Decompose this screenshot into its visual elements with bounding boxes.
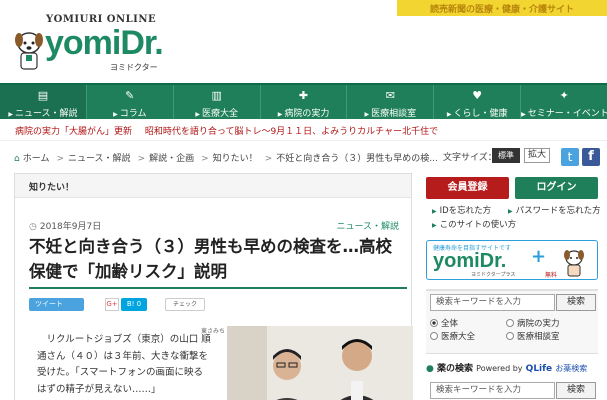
article-title: 不妊と向き合う（３）男性も早めの検査を…高校保健で「加齢リスク」説明	[29, 237, 392, 281]
search-scope-all[interactable]: 全体	[430, 317, 458, 329]
pen-icon: ✎	[125, 89, 135, 102]
nav-item-column[interactable]: ✎ コラム	[87, 85, 174, 119]
breadcrumb: ⌂ ホーム > ニュース・解説 > 解説・企画 > 知りたい！ > 不妊と向き合う（３）男性も早め…	[14, 151, 441, 164]
heart-icon: ♥	[472, 89, 483, 102]
breadcrumb-current: 不妊と向き合う（３）男性も早めの検...	[276, 154, 438, 164]
article-card: 知りたい！ ◷ 2018年9月7日 ニュース・解説 不妊と向き合う（３）男性も早め…	[14, 173, 413, 400]
radio-label: 医療大全	[441, 332, 476, 342]
register-button[interactable]: 会員登録	[426, 177, 509, 199]
forgot-id-link[interactable]: IDを忘れた方	[432, 204, 492, 216]
mixi-check-button[interactable]: チェック	[165, 298, 205, 311]
breadcrumb-home[interactable]: ホーム	[23, 154, 50, 164]
nav-item-hospital[interactable]: ✚ 病院の実力	[261, 85, 348, 119]
plus-logo: yomiDr.	[433, 250, 507, 272]
nav-item-label: 医療大全	[174, 106, 260, 119]
login-button[interactable]: ログイン	[515, 177, 598, 199]
search-scope-encyclopedia[interactable]: 医療大全	[430, 330, 475, 342]
breadcrumb-item[interactable]: 知りたい！	[213, 154, 258, 164]
site-guide-link[interactable]: このサイトの使い方	[432, 218, 517, 230]
hatena-bookmark-button[interactable]: B! 0	[121, 298, 147, 311]
nav-item-seminar[interactable]: ✦ セミナー・イベント	[521, 85, 607, 119]
radio-label: 病院の実力	[517, 319, 560, 329]
dog-mascot-icon	[564, 250, 584, 277]
sidebar-divider	[426, 353, 598, 354]
home-icon: ⌂	[14, 154, 20, 164]
radio-icon	[506, 319, 514, 327]
nav-item-label: くらし・健康	[434, 106, 520, 119]
ticker-link-1[interactable]: 病院の実力「大腸がん」更新	[15, 127, 132, 137]
radio-icon	[430, 332, 438, 340]
drug-search-button[interactable]: 検索	[556, 382, 596, 399]
plus-sign: +	[531, 246, 547, 267]
plus-free-badge: 無料	[545, 272, 558, 279]
nav-item-label: コラム	[87, 106, 173, 119]
pill-icon: ●	[426, 364, 434, 374]
radio-label: 医療相談室	[517, 332, 560, 342]
nav-item-encyclopedia[interactable]: ▥ 医療大全	[174, 85, 261, 119]
facebook-icon[interactable]: f	[582, 148, 600, 166]
newspaper-icon: ▤	[37, 89, 49, 102]
radio-icon	[506, 332, 514, 340]
tagline: 読売新聞の医療・健康・介護サイト	[429, 5, 574, 15]
drug-search-input[interactable]: 検索キーワードを入力	[430, 382, 555, 399]
tweet-button[interactable]: ツイート	[29, 298, 84, 311]
article-date: ◷ 2018年9月7日	[29, 219, 101, 232]
dog-mascot-icon[interactable]	[14, 31, 44, 71]
chat-icon: ✉	[385, 89, 395, 102]
nav-item-label: 病院の実力	[261, 106, 347, 119]
main-nav: ▤ ニュース・解説 ✎ コラム ▥ 医療大全 ✚ 病院の実力 ✉ 医療相談室 ♥…	[0, 83, 607, 119]
article-date-text: 2018年9月7日	[39, 222, 102, 232]
font-size-label: 文字サイズ：	[443, 153, 497, 163]
hospital-icon: ✚	[298, 89, 309, 102]
breadcrumb-separator: >	[264, 154, 273, 164]
book-icon: ▥	[211, 89, 222, 102]
qlife-logo[interactable]: QLife	[526, 364, 553, 374]
nav-item-health[interactable]: ♥ くらし・健康	[434, 85, 522, 119]
breadcrumb-separator: >	[201, 154, 209, 164]
plus-kana: ヨミドクタープラス	[471, 272, 516, 278]
radio-icon	[430, 319, 438, 327]
ticker-link-2[interactable]: 昭和時代を語り合って脳トレ～9月１１日、よみうりカルチャー北千住で	[145, 127, 438, 137]
yomidr-plus-banner[interactable]: 健康寿命を目指すサイトです yomiDr. + ヨミドクタープラス 無料	[426, 240, 598, 280]
tagline-bar: 読売新聞の医療・健康・介護サイト	[397, 0, 607, 16]
article-body: リクルートジョブズ（東京）の山口 順 通さん（４０）は３年前、大きな衝撃を受けた…	[37, 334, 211, 395]
breadcrumb-separator: >	[56, 154, 64, 164]
article-section[interactable]: ニュース・解説	[336, 219, 399, 232]
font-standard-button[interactable]: 標準	[492, 148, 520, 163]
radio-label: 全体	[441, 319, 459, 329]
megaphone-icon: ✦	[559, 89, 569, 102]
article-photo	[227, 326, 413, 400]
search-scope-consult[interactable]: 医療相談室	[506, 330, 560, 342]
font-large-button[interactable]: 拡大	[524, 148, 550, 163]
article-category[interactable]: 知りたい！	[15, 174, 411, 198]
forgot-password-link[interactable]: パスワードを忘れた方	[508, 204, 601, 216]
nav-item-label: セミナー・イベント	[521, 106, 607, 119]
nav-item-label: ニュース・解説	[0, 106, 86, 119]
site-search-button[interactable]: 検索	[556, 294, 596, 311]
twitter-icon[interactable]: t	[561, 148, 579, 166]
clock-icon: ◷	[29, 222, 37, 232]
breadcrumb-item[interactable]: ニュース・解説	[68, 154, 131, 164]
nav-item-label: 医療相談室	[347, 106, 433, 119]
search-scope-hospital[interactable]: 病院の実力	[506, 317, 560, 329]
google-plus-button[interactable]: G+	[105, 298, 119, 311]
nav-item-news[interactable]: ▤ ニュース・解説	[0, 85, 87, 119]
news-ticker: 病院の実力「大腸がん」更新 昭和時代を語り合って脳トレ～9月１１日、よみうりカル…	[0, 119, 607, 141]
nav-item-consult[interactable]: ✉ 医療相談室	[347, 85, 435, 119]
drug-search-title: ● 薬の検索 Powered by QLife お薬検索	[426, 361, 598, 374]
drug-search-link[interactable]: お薬検索	[555, 364, 587, 373]
site-search-input[interactable]: 検索キーワードを入力	[430, 294, 555, 311]
breadcrumb-item[interactable]: 解説・企画	[149, 154, 194, 164]
logo-kana: ヨミドクター	[110, 63, 158, 72]
site-logo[interactable]: yomiDr.	[45, 24, 164, 63]
breadcrumb-separator: >	[137, 154, 146, 164]
drug-title-text: 薬の検索	[437, 364, 474, 374]
drug-powered: Powered by	[476, 364, 523, 373]
page: 読売新聞の医療・健康・介護サイト YOMIURI ONLINE yomiDr. …	[0, 0, 607, 400]
title-divider	[29, 287, 407, 289]
